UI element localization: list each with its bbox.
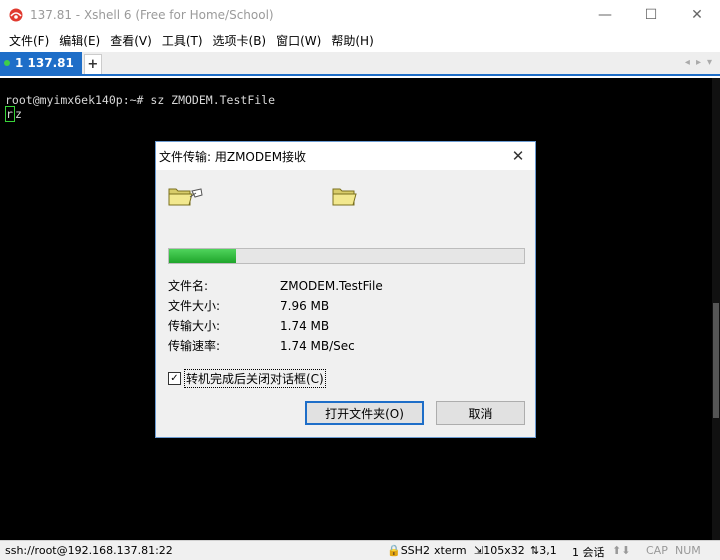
protocol-label: SSH2 [400, 544, 430, 557]
menu-file[interactable]: 文件(F) [4, 30, 54, 52]
transferred-label: 传输大小: [168, 319, 221, 333]
tab-prev-icon[interactable]: ◂ [685, 52, 690, 74]
tab-list-icon[interactable]: ▾ [707, 52, 712, 74]
terminal-line-command: root@myimx6ek140p:~# sz ZMODEM.TestFile [5, 93, 276, 107]
status-bar: ssh://root@192.168.137.81:22 🔒SSH2 xterm… [0, 540, 720, 560]
file-transfer-dialog: 文件传输: 用ZMODEM接收 ✕ 文件名: ZMODEM.TestFile 文… [155, 141, 536, 438]
close-on-complete-label[interactable]: 转机完成后关闭对话框(C) [184, 369, 326, 388]
num-lock-indicator: NUM [675, 544, 701, 557]
rate-value: 1.74 MB/Sec [280, 339, 355, 353]
transfer-progress-bar [168, 248, 525, 264]
maximize-button[interactable]: ☐ [628, 0, 674, 30]
session-count: 1 会话 [572, 546, 605, 559]
connected-status-icon [4, 60, 10, 66]
progress-fill [169, 249, 237, 263]
menu-tabs[interactable]: 选项卡(B) [208, 30, 272, 52]
close-button[interactable]: ✕ [674, 0, 720, 30]
source-folder-icon [168, 185, 204, 212]
connection-address: ssh://root@192.168.137.81:22 [5, 544, 173, 557]
tab-bar: 1 137.81 + ◂ ▸ ▾ [0, 52, 720, 76]
dialog-title: 文件传输: 用ZMODEM接收 [159, 149, 307, 164]
filename-value: ZMODEM.TestFile [280, 279, 383, 293]
lock-icon: 🔒 [387, 544, 401, 557]
caps-lock-indicator: CAP [646, 544, 668, 557]
dialog-close-button[interactable]: ✕ [501, 147, 535, 165]
terminal-scrollbar[interactable] [712, 78, 720, 540]
terminal-rz-text: z [14, 107, 22, 121]
filename-label: 文件名: [168, 279, 209, 293]
terminal-size-value: 105x32 [483, 544, 525, 557]
protocol-status: 🔒SSH2 [387, 544, 430, 557]
terminal-cursor: r [5, 106, 15, 122]
position-icon: ⇅ [530, 544, 540, 557]
tab-next-icon[interactable]: ▸ [696, 52, 701, 74]
terminal-line-rz: rz [5, 106, 22, 122]
menu-edit[interactable]: 编辑(E) [54, 30, 105, 52]
minimize-button[interactable]: — [582, 0, 628, 30]
tab-navigation: ◂ ▸ ▾ [685, 52, 720, 74]
xshell-logo-icon[interactable] [8, 7, 24, 23]
title-bar: 137.81 - Xshell 6 (Free for Home/School)… [0, 0, 720, 30]
dialog-title-bar: 文件传输: 用ZMODEM接收 ✕ [156, 142, 535, 170]
filesize-label: 文件大小: [168, 299, 221, 313]
session-arrows-icon[interactable]: ⬆⬇ [612, 544, 630, 557]
new-tab-button[interactable]: + [83, 54, 102, 74]
transferred-value: 1.74 MB [280, 319, 330, 333]
terminal-size: ⇲105x32 [474, 544, 525, 557]
cursor-position-value: 3,1 [539, 544, 557, 557]
close-on-complete-checkbox[interactable]: ✓ [168, 372, 181, 385]
terminal-type: xterm [434, 544, 467, 557]
menu-view[interactable]: 查看(V) [105, 30, 157, 52]
cursor-position: ⇅3,1 [530, 544, 557, 557]
menu-help[interactable]: 帮助(H) [326, 30, 378, 52]
open-folder-button[interactable]: 打开文件夹(O) [305, 401, 424, 425]
scrollbar-thumb[interactable] [713, 303, 719, 418]
cancel-button[interactable]: 取消 [436, 401, 525, 425]
window-title: 137.81 - Xshell 6 (Free for Home/School) [30, 8, 274, 22]
size-icon: ⇲ [474, 544, 484, 557]
close-on-complete-option[interactable]: ✓ 转机完成后关闭对话框(C) [168, 369, 326, 388]
rate-label: 传输速率: [168, 339, 221, 353]
tab-label: 1 137.81 [15, 56, 74, 70]
filesize-value: 7.96 MB [280, 299, 330, 313]
destination-folder-icon [332, 185, 358, 212]
tab-session-137-81[interactable]: 1 137.81 [0, 52, 82, 74]
menu-bar: 文件(F) 编辑(E) 查看(V) 工具(T) 选项卡(B) 窗口(W) 帮助(… [0, 30, 720, 52]
menu-tools[interactable]: 工具(T) [157, 30, 208, 52]
menu-window[interactable]: 窗口(W) [271, 30, 326, 52]
